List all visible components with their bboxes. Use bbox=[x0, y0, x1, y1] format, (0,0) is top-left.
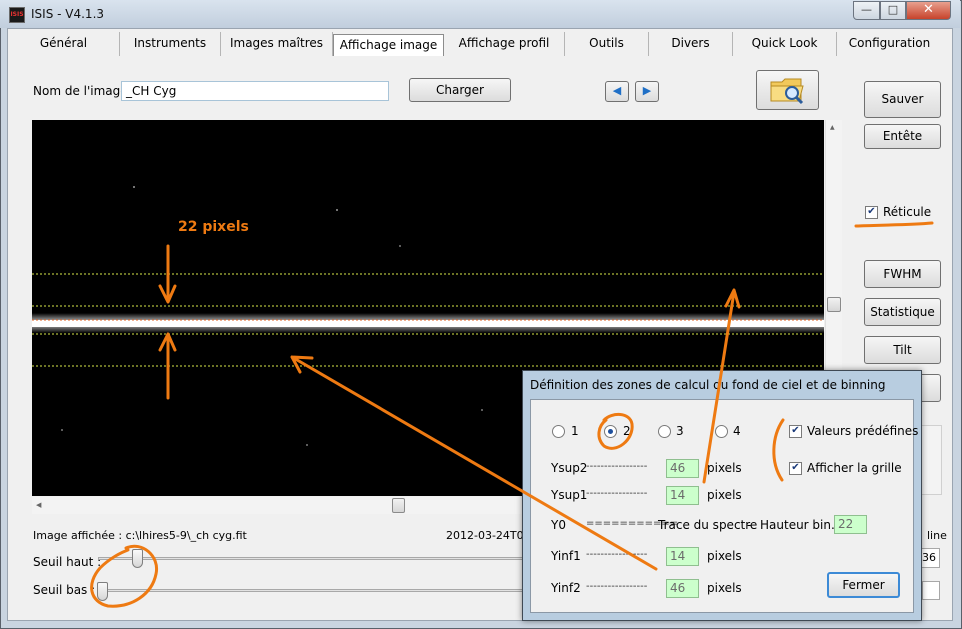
partial-label: line bbox=[927, 529, 947, 542]
radio-1[interactable] bbox=[552, 425, 565, 438]
seuil-haut-track[interactable] bbox=[98, 557, 528, 560]
minimize-icon: — bbox=[861, 3, 872, 16]
y0-label: Y0 bbox=[551, 518, 566, 532]
tab-bar: Général Instruments Images maîtres Affic… bbox=[8, 32, 952, 56]
yinf2-unit: pixels bbox=[707, 581, 742, 595]
maximize-button[interactable]: □ bbox=[880, 1, 906, 20]
title-bar[interactable] bbox=[0, 0, 960, 28]
timestamp-status: 2012-03-24T05 bbox=[446, 529, 531, 542]
fwhm-button[interactable]: FWHM bbox=[864, 260, 941, 288]
y0-separator: - bbox=[747, 518, 752, 532]
hauteur-bin-label: Hauteur bin. : bbox=[760, 518, 843, 532]
radio-3-label: 3 bbox=[676, 424, 684, 438]
window-title: ISIS - V4.1.3 bbox=[31, 7, 105, 21]
reticule-label: Réticule bbox=[883, 205, 932, 219]
ysup1-unit: pixels bbox=[707, 488, 742, 502]
sauver-button[interactable]: Sauver bbox=[864, 81, 941, 118]
yinf1-unit: pixels bbox=[707, 549, 742, 563]
radio-4[interactable] bbox=[715, 425, 728, 438]
ysup2-dashes: ----------------- bbox=[586, 461, 648, 472]
tab-images-maitres[interactable]: Images maîtres bbox=[221, 32, 333, 56]
seuil-bas-label: Seuil bas : bbox=[33, 583, 96, 597]
tab-divers[interactable]: Divers bbox=[649, 32, 733, 56]
horizontal-scroll-thumb[interactable] bbox=[392, 498, 405, 513]
tilt-button[interactable]: Tilt bbox=[864, 336, 941, 364]
trace-spectre-label: Trace du spectre bbox=[658, 518, 758, 532]
radio-1-label: 1 bbox=[571, 424, 579, 438]
valeurs-predefines-checkbox[interactable]: ✔ bbox=[789, 425, 802, 438]
previous-image-button[interactable]: ◀ bbox=[605, 81, 629, 102]
seuil-bas-thumb[interactable] bbox=[97, 582, 108, 601]
yinf1-label: Yinf1 bbox=[551, 549, 581, 563]
charger-button[interactable]: Charger bbox=[409, 78, 511, 102]
ysup1-label: Ysup1 bbox=[551, 488, 588, 502]
ysup2-label: Ysup2 bbox=[551, 461, 588, 475]
entete-button[interactable]: Entête bbox=[864, 124, 941, 149]
image-horizontal-scrollbar[interactable]: ◀ bbox=[32, 497, 532, 514]
ysup2-field[interactable]: 46 bbox=[666, 459, 699, 478]
radio-2-label: 2 bbox=[623, 424, 631, 438]
image-path-status: Image affichée : c:\lhires5-9\_ch cyg.fi… bbox=[33, 529, 247, 542]
ysup2-unit: pixels bbox=[707, 461, 742, 475]
yinf2-dashes: ----------------- bbox=[586, 581, 648, 592]
valeurs-predefines-label: Valeurs prédéfines bbox=[807, 424, 919, 438]
seuil-haut-thumb[interactable] bbox=[132, 549, 143, 568]
yinf1-dashes: ----------------- bbox=[586, 549, 648, 560]
hauteur-bin-field[interactable]: 22 bbox=[834, 515, 867, 534]
open-folder-button[interactable] bbox=[756, 70, 819, 110]
dialog-title: Définition des zones de calcul du fond d… bbox=[530, 378, 886, 392]
scroll-left-icon[interactable]: ◀ bbox=[36, 501, 41, 509]
tab-outils[interactable]: Outils bbox=[565, 32, 649, 56]
seuil-bas-track[interactable] bbox=[98, 589, 528, 592]
close-icon: ✕ bbox=[923, 2, 934, 17]
ysup1-dashes: ----------------- bbox=[586, 488, 648, 499]
ysup1-field[interactable]: 14 bbox=[666, 486, 699, 505]
tab-quick-look[interactable]: Quick Look bbox=[733, 32, 837, 56]
close-button[interactable]: ✕ bbox=[906, 1, 951, 20]
tab-affichage-profil[interactable]: Affichage profil bbox=[444, 32, 565, 56]
afficher-grille-label: Afficher la grille bbox=[807, 461, 902, 475]
fermer-button[interactable]: Fermer bbox=[827, 572, 900, 598]
minimize-button[interactable]: — bbox=[853, 1, 880, 20]
next-image-button[interactable]: ▶ bbox=[635, 81, 659, 102]
reticule-checkbox[interactable]: ✔ bbox=[865, 206, 878, 219]
arrow-right-icon: ▶ bbox=[642, 84, 652, 97]
afficher-grille-checkbox[interactable]: ✔ bbox=[789, 462, 802, 475]
pixel-height-annotation: 22 pixels bbox=[178, 219, 249, 235]
scroll-up-icon[interactable]: ▲ bbox=[830, 124, 835, 131]
tab-configuration[interactable]: Configuration bbox=[837, 32, 942, 56]
image-name-input[interactable]: _CH Cyg bbox=[121, 81, 389, 101]
arrow-left-icon: ◀ bbox=[612, 84, 622, 97]
tab-affichage-image[interactable]: Affichage image bbox=[333, 34, 444, 56]
maximize-icon: □ bbox=[887, 3, 899, 16]
folder-search-icon bbox=[770, 78, 804, 105]
tab-instruments[interactable]: Instruments bbox=[120, 32, 221, 56]
yinf2-field[interactable]: 46 bbox=[666, 579, 699, 598]
radio-3[interactable] bbox=[658, 425, 671, 438]
radio-4-label: 4 bbox=[733, 424, 741, 438]
tab-general[interactable]: Général bbox=[8, 32, 120, 56]
partial-field-2[interactable] bbox=[922, 581, 940, 600]
statistique-button[interactable]: Statistique bbox=[864, 298, 941, 326]
yinf1-field[interactable]: 14 bbox=[666, 547, 699, 566]
radio-2[interactable] bbox=[604, 425, 617, 438]
vertical-scroll-thumb[interactable] bbox=[827, 297, 841, 312]
app-icon: ISIS bbox=[9, 7, 25, 23]
seuil-haut-label: Seuil haut : bbox=[33, 555, 102, 569]
yinf2-label: Yinf2 bbox=[551, 581, 581, 595]
